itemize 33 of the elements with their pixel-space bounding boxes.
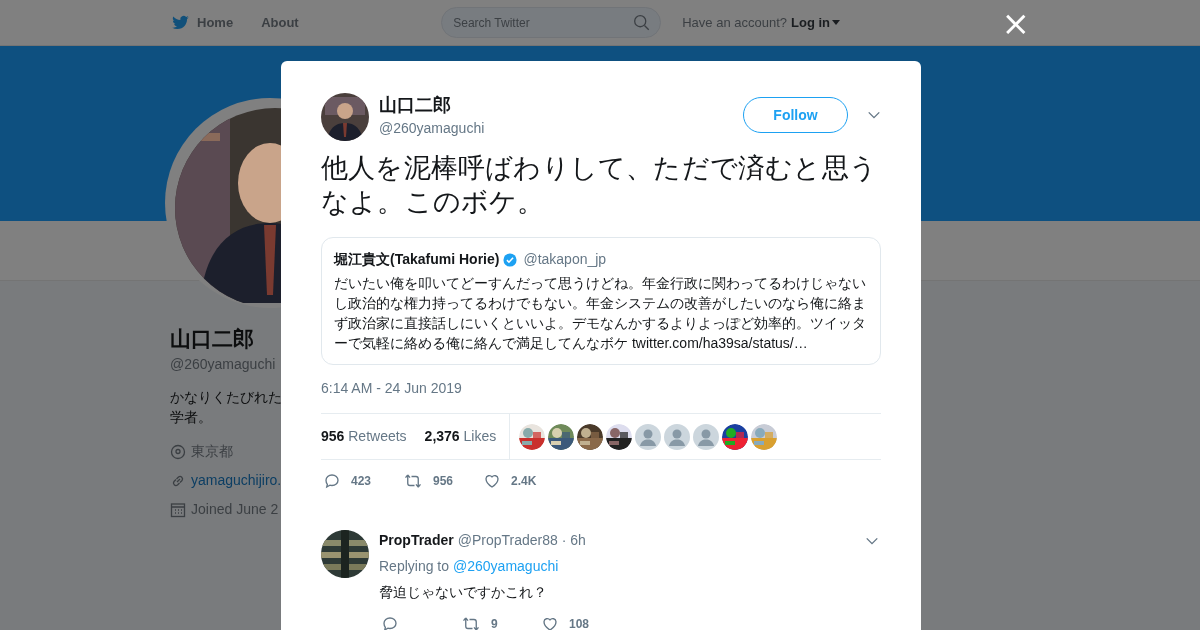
reply-author-handle[interactable]: @PropTrader88 — [457, 530, 558, 551]
home-link[interactable]: Home — [197, 12, 234, 33]
close-button[interactable]: × — [840, 5, 1030, 40]
account-prompt: Have an account? — [682, 13, 787, 32]
reply-author-name[interactable]: PropTrader — [379, 530, 454, 551]
quoted-author-handle: @takapon_jp — [523, 250, 607, 269]
quoted-tweet-card[interactable]: 堀江貴文(Takafumi Horie) @takapon_jp だいたい俺を叩いてどーすんだって思うけどね。年金行政に関わってるわけじゃないし政治的な権力持ってるわけでもない。年金システムの改善がしたいのなら俺に絡まず政治家に直接話しにいくといいよ。デモなんかするよりよっぽど効率的。ツイッターで気軽に絡める俺に絡んで満足してんなボケ twitter.com/ha39sa/status/… — [321, 237, 881, 365]
profile-website-link[interactable]: yamaguchijiro. — [191, 470, 282, 491]
profile-joined-date: Joined June 2 — [191, 500, 279, 519]
profile-location: 東京都 — [191, 442, 233, 461]
retweet-count: 9 — [491, 616, 498, 630]
replying-to-label: Replying to — [379, 557, 450, 576]
author-handle[interactable]: @260yamaguchi — [379, 118, 485, 139]
tweet-text: 他人を泥棒呼ばわりして、ただで済むと思うなよ。このボケ。 — [321, 152, 878, 219]
tweet-timestamp: 6:14 AM - 24 Jun 2019 — [321, 379, 462, 398]
profile-bio: かなりくたびれた 学者。 — [170, 388, 282, 427]
like-count: 108 — [569, 616, 590, 630]
author-name[interactable]: 山口二郎 — [379, 94, 485, 116]
reply-time: · 6h — [561, 531, 586, 550]
login-link[interactable]: Log in — [791, 12, 840, 33]
mention-link[interactable]: @260yamaguchi — [453, 556, 559, 577]
profile-name: 山口二郎 — [170, 326, 254, 352]
quoted-author-name: 堀江貴文(Takafumi Horie) — [334, 250, 500, 269]
quoted-tweet-text: だいたい俺を叩いてどーすんだって思うけどね。年金行政に関わってるわけじゃないし政治的な権力持ってるわけでもない。年金システムの改善がしたいのなら俺に絡まず政治家に直接話しにいくといいよ。デモなんかするよりよっぽど効率的。ツイッターで気軽に絡める俺に絡んで満足してんなボケ twitter.com/ha39sa/status/… — [334, 274, 867, 353]
profile-handle: @260yamaguchi — [170, 355, 276, 374]
about-link[interactable]: About — [261, 12, 299, 33]
retweets-stat[interactable]: 956 Retweets — [321, 426, 407, 447]
reply-count: 423 — [351, 473, 372, 490]
likes-stat[interactable]: 2,376 Likes — [424, 426, 497, 447]
reply-text: 脅迫じゃないですかこれ？ — [379, 583, 548, 602]
search-field[interactable]: Search Twitter — [441, 7, 662, 38]
retweet-count: 956 — [433, 473, 454, 490]
like-count: 2.4K — [511, 473, 537, 490]
